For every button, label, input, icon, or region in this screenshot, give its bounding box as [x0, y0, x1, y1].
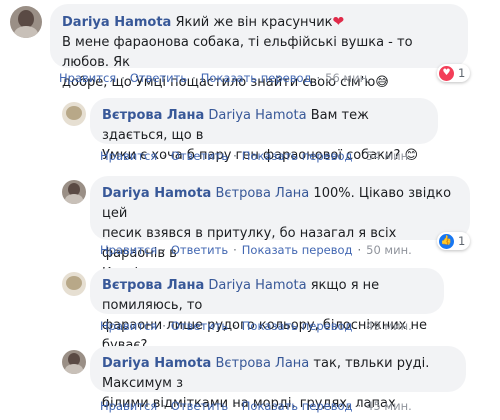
like-link[interactable]: Нравится [100, 149, 157, 163]
reply-link[interactable]: Ответить [171, 319, 228, 333]
translate-link[interactable]: Показать перевод [242, 243, 353, 257]
smiling-face-with-sweat-emoji: 😅 [375, 75, 389, 90]
translate-link[interactable]: Показать перевод [201, 71, 312, 85]
reply-link[interactable]: Ответить [171, 243, 228, 257]
reaction-number: 1 [458, 234, 466, 248]
comment-actions: Нравится · Ответить · Показать перевод · 49 ми… [100, 319, 412, 333]
comment-bubble: Dariya Hamota Вєтрова Лана так, твльки р… [90, 346, 466, 411]
like-link[interactable]: Нравится [100, 319, 157, 333]
translate-link[interactable]: Показать перевод [242, 399, 353, 413]
comment-text: В мене фараонова собака, ті ельфійські в… [62, 35, 413, 70]
avatar[interactable] [62, 350, 86, 374]
heart-emoji: ❤ [332, 14, 345, 30]
translate-link[interactable]: Показать перевод [242, 319, 353, 333]
like-link[interactable]: Нравится [100, 399, 157, 413]
comment-text: Який же він красунчик [175, 15, 333, 30]
comment-bubble: Вєтрова Лана Dariya Hamota якщо я не пом… [90, 268, 444, 353]
comment-actions: Нравится · Ответить · Показать перевод · 56 ми… [59, 71, 371, 85]
reply-comment: Вєтрова Лана Dariya Hamota Вам теж здаєт… [0, 96, 500, 172]
comment-actions: Нравится · Ответить · Показать перевод · 45 ми… [100, 399, 412, 413]
mention-link[interactable]: Dariya Hamota [208, 108, 306, 123]
avatar-image [65, 364, 83, 374]
like-link[interactable]: Нравится [59, 71, 116, 85]
timestamp[interactable]: 56 мин. [325, 71, 371, 85]
timestamp[interactable]: 50 мин. [366, 243, 412, 257]
avatar[interactable] [62, 180, 86, 204]
avatar[interactable] [62, 272, 86, 296]
reply-comment: Вєтрова Лана Dariya Hamota якщо я не пом… [0, 266, 500, 353]
like-icon: 👍 [439, 233, 454, 249]
reply-link[interactable]: Ответить [171, 149, 228, 163]
reaction-count[interactable]: 👍 1 [437, 232, 471, 250]
reply-comment: Dariya Hamota Вєтрова Лана так, твльки р… [0, 342, 500, 420]
reply-link[interactable]: Ответить [130, 71, 187, 85]
comment-actions: Нравится · Ответить · Показать перевод · 50 ми… [100, 243, 412, 257]
reaction-number: 1 [458, 66, 466, 80]
like-link[interactable]: Нравится [100, 243, 157, 257]
avatar-image [66, 276, 82, 290]
reply-comment: Dariya Hamota Вєтрова Лана 100%. Цікаво … [0, 172, 500, 281]
avatar-image [66, 106, 82, 120]
translate-link[interactable]: Показать перевод [242, 149, 353, 163]
timestamp[interactable]: 49 мин. [366, 319, 412, 333]
reply-link[interactable]: Ответить [171, 399, 228, 413]
comment: Dariya Hamota Який же він красунчик❤ В м… [0, 0, 500, 90]
comment-author[interactable]: Dariya Hamota [62, 15, 171, 30]
comment-author[interactable]: Dariya Hamota [102, 186, 211, 201]
mention-link[interactable]: Dariya Hamota [208, 278, 306, 293]
timestamp[interactable]: 54 мин. [366, 149, 412, 163]
comment-author[interactable]: Dariya Hamota [102, 356, 211, 371]
avatar[interactable] [62, 102, 86, 126]
comment-bubble: Вєтрова Лана Dariya Hamota Вам теж здаєт… [90, 98, 438, 163]
comment-bubble: Dariya Hamota Вєтрова Лана 100%. Цікаво … [90, 176, 470, 281]
mention-link[interactable]: Вєтрова Лана [215, 356, 309, 371]
comment-bubble: Dariya Hamota Який же він красунчик❤ В м… [50, 4, 468, 90]
avatar-image [65, 194, 83, 204]
reaction-count[interactable]: ♥ 1 [437, 64, 471, 82]
comment-author[interactable]: Вєтрова Лана [102, 278, 204, 293]
avatar[interactable] [10, 6, 42, 38]
avatar-image [14, 26, 38, 38]
comment-actions: Нравится · Ответить · Показать перевод · 54 ми… [100, 149, 412, 163]
mention-link[interactable]: Вєтрова Лана [215, 186, 309, 201]
heart-icon: ♥ [439, 65, 454, 81]
comment-author[interactable]: Вєтрова Лана [102, 108, 204, 123]
timestamp[interactable]: 45 мин. [366, 399, 412, 413]
